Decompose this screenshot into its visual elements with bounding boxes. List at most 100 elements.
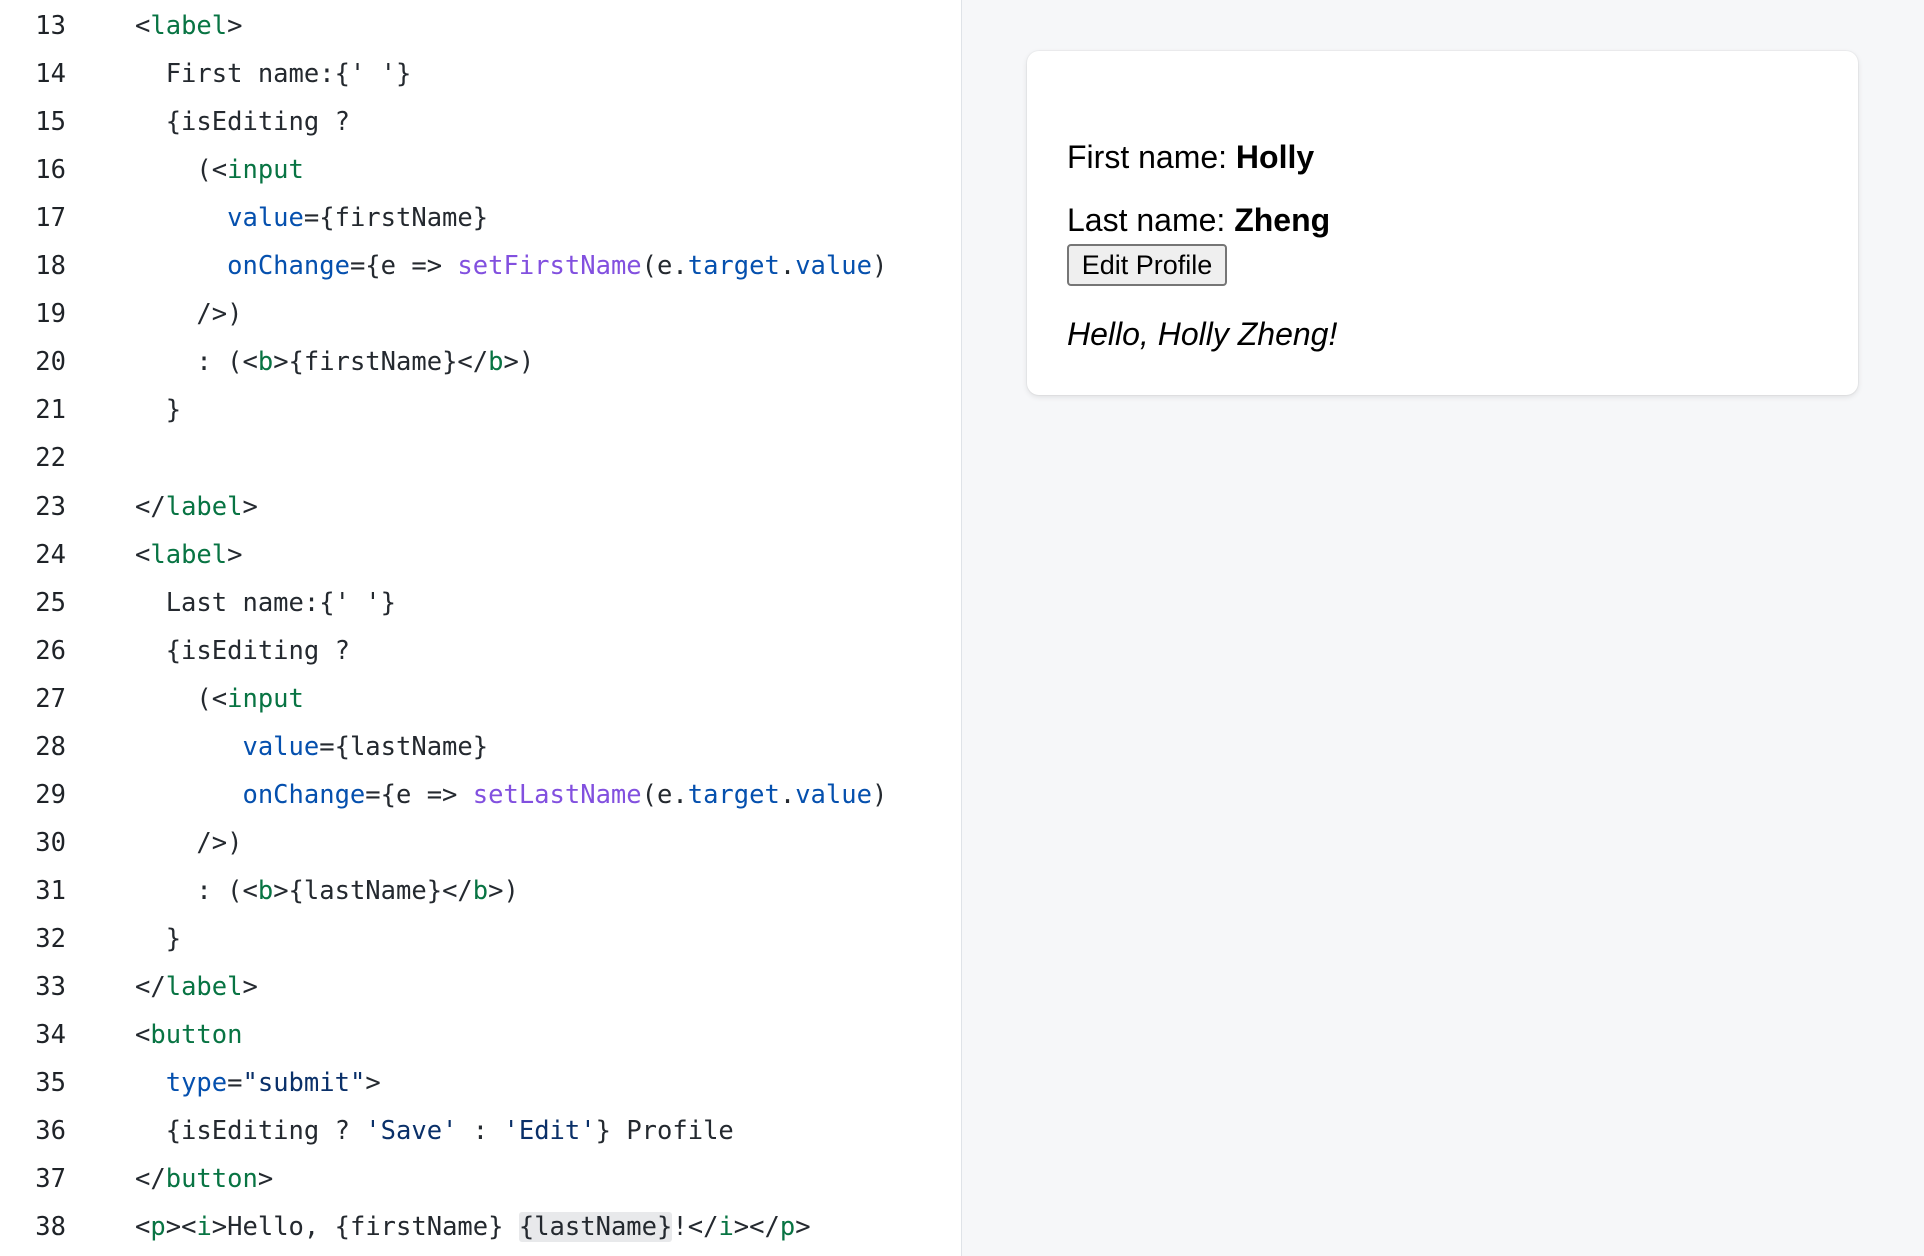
- code-line[interactable]: 22: [0, 434, 961, 482]
- code-line[interactable]: 28 value={lastName}: [0, 723, 961, 771]
- edit-profile-button[interactable]: Edit Profile: [1067, 244, 1227, 286]
- preview-card: First name: Holly Last name: Zheng Edit …: [1027, 51, 1858, 395]
- code-token: {isEditing ?: [135, 1116, 366, 1147]
- last-name-label: Last name:: [1067, 202, 1235, 238]
- code-token: >: [227, 539, 243, 570]
- code-line[interactable]: 33 </label>: [0, 963, 961, 1011]
- code-token: input: [227, 155, 304, 186]
- code-line[interactable]: 20 : (<b>{firstName}</b>): [0, 338, 961, 386]
- code-token: >{lastName}</: [273, 875, 473, 906]
- code-token: p: [779, 1212, 796, 1243]
- code-line[interactable]: 27 (<input: [0, 675, 961, 723]
- code-text: }: [135, 395, 182, 426]
- line-number: 25: [35, 587, 66, 618]
- code-token: label: [165, 972, 243, 1002]
- code-token: "submit": [242, 1068, 366, 1099]
- code-line[interactable]: 24 <label>: [0, 531, 961, 579]
- code-line[interactable]: 34 <button: [0, 1011, 961, 1059]
- code-text: {isEditing ?: [135, 107, 350, 138]
- code-line[interactable]: 25 Last name:{' '}: [0, 579, 961, 627]
- last-name-value: Zheng: [1234, 202, 1331, 238]
- code-token: setFirstName: [457, 251, 642, 282]
- code-line[interactable]: 13 <label>: [0, 2, 961, 50]
- code-token: input: [227, 683, 304, 714]
- line-number: 38: [35, 1212, 66, 1243]
- line-number: 32: [35, 923, 66, 954]
- code-text: (<input: [135, 675, 304, 723]
- code-text: : (<b>{firstName}</b>): [135, 338, 534, 386]
- code-token: target: [687, 779, 780, 810]
- code-token: 'Edit': [503, 1116, 596, 1147]
- code-token: (e.: [641, 251, 688, 282]
- code-line[interactable]: 23 </label>: [0, 483, 961, 531]
- code-line[interactable]: 29 onChange={e => setLastName(e.target.v…: [0, 771, 961, 819]
- code-token: <: [211, 155, 228, 186]
- code-token: >): [488, 875, 519, 906]
- code-line[interactable]: 21 }: [0, 386, 961, 434]
- code-token: (: [135, 683, 212, 714]
- code-token: ><: [165, 1212, 197, 1243]
- line-number: 18: [35, 251, 66, 282]
- line-number: 34: [35, 1020, 66, 1051]
- code-token: </: [135, 972, 166, 1002]
- code-line[interactable]: 30 />): [0, 819, 961, 867]
- code-token: target: [687, 251, 780, 282]
- code-token: <: [135, 1020, 151, 1051]
- code-line[interactable]: 17 value={firstName}: [0, 194, 961, 242]
- code-line[interactable]: 36 {isEditing ? 'Save' : 'Edit'} Profile: [0, 1107, 961, 1155]
- code-line[interactable]: 14 First name:{' '}: [0, 50, 961, 98]
- code-text: }: [135, 923, 182, 954]
- line-number: 17: [35, 203, 66, 234]
- line-number: 24: [35, 539, 66, 570]
- code-line[interactable]: 32 }: [0, 915, 961, 963]
- code-text: Last name:{' '}: [135, 587, 396, 618]
- greeting-text: Hello, Holly Zheng!: [1067, 316, 1338, 352]
- code-text: <label>: [135, 2, 242, 50]
- code-token: ): [871, 251, 888, 282]
- code-token: ={e =>: [349, 251, 458, 282]
- code-token: : (<: [135, 875, 258, 906]
- preview-pane: First name: Holly Last name: Zheng Edit …: [962, 0, 1924, 1256]
- code-token: label: [165, 491, 243, 522]
- code-token: button: [165, 1164, 258, 1195]
- line-number: 23: [35, 491, 66, 522]
- code-line[interactable]: 31 : (<b>{lastName}</b>): [0, 867, 961, 915]
- line-number: 31: [35, 875, 66, 906]
- code-line[interactable]: 35 type="submit">: [0, 1059, 961, 1107]
- code-token: >{firstName}</: [273, 347, 489, 378]
- code-text: />): [135, 827, 243, 858]
- code-line[interactable]: 16 (<input: [0, 146, 961, 194]
- code-token: b: [257, 347, 274, 378]
- code-token: i: [196, 1212, 212, 1243]
- code-line[interactable]: 19 />): [0, 290, 961, 338]
- code-line[interactable]: 37 </button>: [0, 1155, 961, 1203]
- code-token: label: [150, 11, 228, 41]
- code-token: >: [242, 972, 258, 1002]
- code-token: b: [488, 347, 504, 378]
- code-token: value: [795, 251, 872, 282]
- line-number: 28: [35, 731, 66, 762]
- code-token: ={firstName}: [303, 203, 489, 234]
- code-token: p: [150, 1212, 166, 1243]
- first-name-label: First name:: [1067, 139, 1236, 175]
- line-number: 30: [35, 827, 66, 858]
- line-number: 29: [35, 779, 66, 810]
- code-text: <p><i>Hello, {firstName} {lastName}!</i>…: [135, 1203, 811, 1251]
- code-token: setLastName: [472, 779, 642, 810]
- code-line[interactable]: 15 {isEditing ?: [0, 98, 961, 146]
- code-editor[interactable]: 13 <label> 14 First name:{' '} 15 {isEditin…: [0, 0, 961, 1256]
- code-token: : (<: [135, 347, 258, 378]
- line-number: 16: [35, 155, 66, 186]
- code-line[interactable]: 38 <p><i>Hello, {firstName} {lastName}!</…: [0, 1203, 961, 1251]
- line-number: 27: [35, 683, 66, 714]
- code-token: onChange: [242, 779, 366, 810]
- code-text: <label>: [135, 531, 242, 579]
- line-number: 21: [35, 395, 66, 426]
- code-text: />): [135, 299, 243, 330]
- code-token: <: [135, 1212, 151, 1243]
- code-line[interactable]: 26 {isEditing ?: [0, 627, 961, 675]
- code-token: </: [135, 1164, 166, 1195]
- code-line[interactable]: 18 onChange={e => setFirstName(e.target.…: [0, 242, 961, 290]
- code-token: value: [227, 203, 304, 234]
